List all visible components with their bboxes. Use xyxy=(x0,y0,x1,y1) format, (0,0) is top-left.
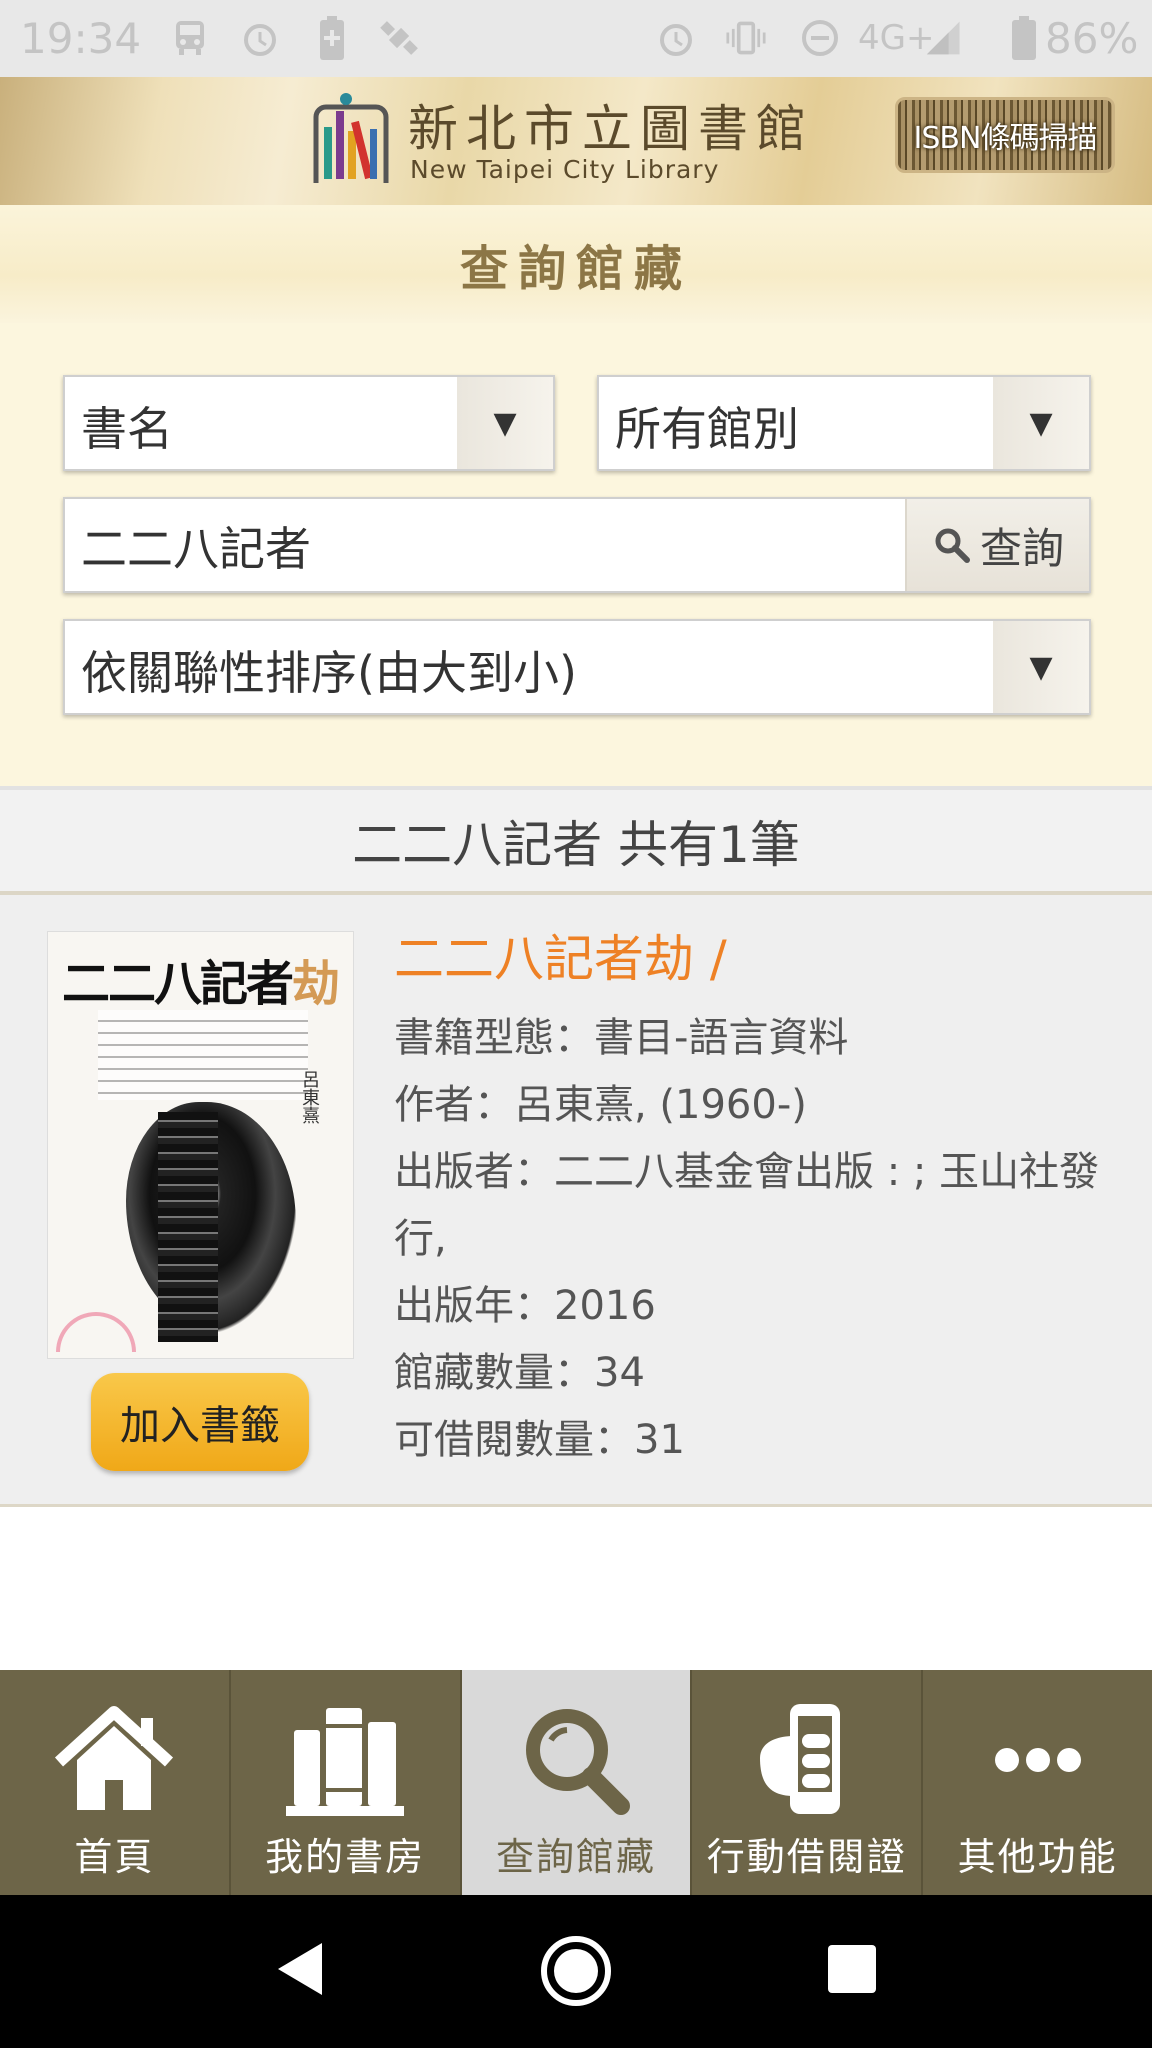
result-count-bar: 二二八記者 共有1筆 xyxy=(0,790,1152,895)
search-field-select[interactable]: 書名 ▼ xyxy=(63,375,555,471)
books-icon xyxy=(280,1700,410,1820)
cover-text-lines xyxy=(98,1010,308,1100)
result-item[interactable]: 二二八記者劫 呂東熹 加入書籤 二二八記者劫 / 書籍型態：書目-語言資料 作者… xyxy=(0,895,1152,1507)
search-button[interactable]: 查詢 xyxy=(905,499,1089,591)
book-year: 出版年：2016 xyxy=(394,1283,656,1329)
tab-mobile-card[interactable]: 行動借閱證 xyxy=(692,1670,924,1895)
search-icon xyxy=(511,1700,641,1820)
book-publisher: 出版者：二二八基金會出版 : ; 玉山社發行, xyxy=(394,1149,1100,1262)
cover-title-accent: 劫 xyxy=(292,956,340,1012)
result-count: 二二八記者 共有1筆 xyxy=(352,815,800,874)
search-box: 查詢 xyxy=(63,497,1091,593)
search-input[interactable] xyxy=(81,509,941,583)
back-icon[interactable] xyxy=(270,1939,330,1999)
isbn-scan-button[interactable]: ISBN條碼掃描 xyxy=(895,97,1115,173)
tab-home-label: 首頁 xyxy=(74,1835,155,1879)
tab-my-bookshelf[interactable]: 我的書房 xyxy=(231,1670,462,1895)
battery-percent: 86% xyxy=(1045,14,1139,63)
sort-select[interactable]: 依關聯性排序(由大到小) ▼ xyxy=(63,619,1091,715)
book-cover[interactable]: 二二八記者劫 呂東熹 xyxy=(47,931,354,1359)
add-bookmark-button[interactable]: 加入書籤 xyxy=(91,1373,309,1471)
chevron-down-icon: ▼ xyxy=(457,377,553,469)
cover-title-main: 二二八記者 xyxy=(62,956,294,1012)
battery-icon xyxy=(1004,16,1044,60)
tab-mobile-card-label: 行動借閱證 xyxy=(706,1835,907,1879)
cover-publisher-logo xyxy=(56,1312,136,1352)
recents-icon[interactable] xyxy=(826,1943,878,1995)
search-button-label: 查詢 xyxy=(979,523,1064,573)
branch-select[interactable]: 所有館別 ▼ xyxy=(597,375,1091,471)
app-header: 新北市立圖書館 New Taipei City Library ISBN條碼掃描 xyxy=(0,77,1152,205)
cover-author: 呂東熹 xyxy=(299,1070,320,1124)
system-nav-bar xyxy=(0,1895,1152,2048)
tab-search-catalog-label: 查詢館藏 xyxy=(495,1835,656,1879)
vibrate-icon xyxy=(726,16,766,60)
book-author: 作者：呂東熹, (1960-) xyxy=(394,1082,807,1128)
book-available: 可借閱數量：31 xyxy=(394,1417,685,1463)
alarm-icon-right xyxy=(656,16,696,60)
do-not-disturb-icon xyxy=(800,16,840,60)
alarm-icon xyxy=(240,16,280,60)
chevron-down-icon: ▼ xyxy=(993,377,1089,469)
magnifier-icon xyxy=(935,528,970,563)
more-icon xyxy=(973,1700,1103,1820)
home-button-icon[interactable] xyxy=(538,1933,614,2009)
page-title-bar: 查詢館藏 xyxy=(0,205,1152,323)
battery-saver-icon xyxy=(312,16,352,60)
tab-home[interactable]: 首頁 xyxy=(0,1670,231,1895)
search-panel: 書名 ▼ 所有館別 ▼ 查詢 依關聯性排序(由大到小) ▼ xyxy=(0,323,1152,790)
signal-icon xyxy=(925,16,965,60)
status-time: 19:34 xyxy=(20,14,142,63)
library-name-en: New Taipei City Library xyxy=(410,155,720,184)
tab-search-catalog[interactable]: 查詢館藏 xyxy=(461,1670,693,1895)
home-icon xyxy=(49,1700,179,1820)
bus-icon xyxy=(170,16,210,60)
branch-value: 所有館別 xyxy=(615,402,799,456)
isbn-scan-label: ISBN條碼掃描 xyxy=(913,121,1098,156)
cover-newsprint-art xyxy=(158,1112,218,1342)
book-holdings: 館藏數量：34 xyxy=(394,1350,645,1396)
cover-title: 二二八記者劫 xyxy=(62,944,340,1014)
book-type: 書籍型態：書目-語言資料 xyxy=(394,1015,849,1061)
page-title: 查詢館藏 xyxy=(459,241,692,297)
chevron-down-icon: ▼ xyxy=(993,621,1089,713)
book-title-link[interactable]: 二二八記者劫 / xyxy=(394,919,727,991)
bottom-tab-bar: 首頁 我的書房 查詢館藏 行動借閱證 其他功能 xyxy=(0,1670,1152,1895)
search-field-value: 書名 xyxy=(81,402,173,456)
tab-more-functions-label: 其他功能 xyxy=(957,1835,1118,1879)
library-name-zh: 新北市立圖書館 xyxy=(408,100,814,158)
status-bar: 19:34 4G+ 86% xyxy=(0,0,1152,77)
sort-value: 依關聯性排序(由大到小) xyxy=(81,646,577,700)
network-type: 4G+ xyxy=(858,18,935,58)
satellite-icon xyxy=(380,16,420,60)
phone-card-icon xyxy=(742,1700,872,1820)
tab-my-bookshelf-label: 我的書房 xyxy=(265,1835,426,1879)
library-logo-icon xyxy=(308,91,394,187)
tab-more-functions[interactable]: 其他功能 xyxy=(923,1670,1152,1895)
